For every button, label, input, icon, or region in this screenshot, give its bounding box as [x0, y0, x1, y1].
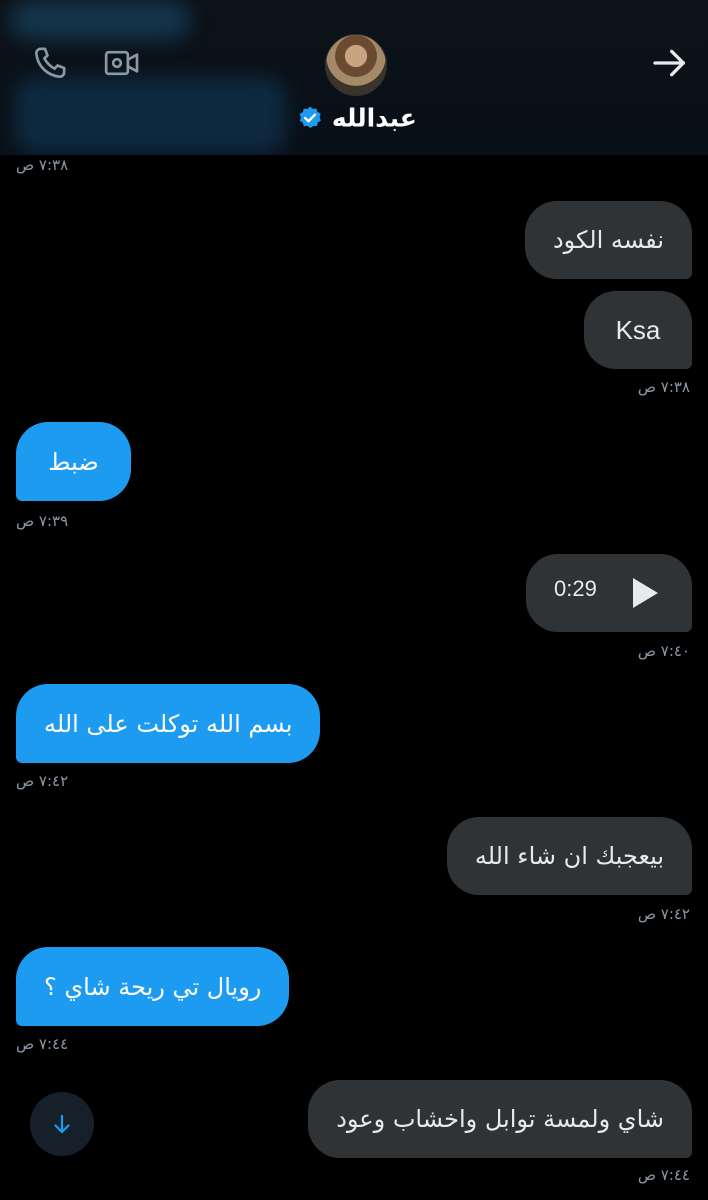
scroll-to-bottom-button[interactable] [30, 1092, 94, 1156]
chat-header: عبدالله [0, 0, 708, 155]
message-timestamp: ٧:٣٨ ص [637, 378, 690, 396]
incoming-message[interactable]: رويال تي ريحة شاي ؟ [16, 947, 290, 1026]
message-text: شاي ولمسة توابل واخشاب وعود [336, 1105, 664, 1133]
arrow-right-icon[interactable] [650, 43, 690, 83]
voice-message[interactable]: 0:29 [526, 554, 692, 632]
message-text: بسم الله توكلت على الله [44, 709, 293, 738]
message-text: ضبط [48, 447, 99, 476]
message-text: نفسه الكود [552, 226, 664, 254]
play-icon[interactable] [630, 576, 660, 610]
incoming-message[interactable]: بسم الله توكلت على الله [16, 684, 321, 763]
verified-badge-icon [299, 106, 321, 128]
arrow-down-icon [54, 1114, 70, 1134]
outgoing-message[interactable]: شاي ولمسة توابل واخشاب وعود [308, 1080, 692, 1158]
message-timestamp: ٧:٤٢ ص [637, 905, 690, 923]
blurred-region [10, 0, 190, 40]
message-timestamp: ٧:٤٢ ص [16, 772, 69, 790]
phone-icon[interactable] [30, 43, 70, 83]
contact-title[interactable]: عبدالله [0, 102, 708, 133]
video-icon[interactable] [102, 43, 142, 83]
message-text: رويال تي ريحة شاي ؟ [44, 972, 262, 1001]
voice-duration: 0:29 [554, 576, 597, 601]
message-timestamp: ٧:٤٤ ص [16, 1035, 69, 1053]
contact-name: عبدالله [331, 103, 417, 133]
incoming-message[interactable]: ضبط [16, 422, 131, 501]
avatar[interactable] [325, 34, 387, 96]
message-text: بيعجبك ان شاء الله [474, 842, 664, 870]
message-timestamp: ٧:٤٠ ص [637, 642, 690, 660]
message-text: Ksa [615, 315, 661, 345]
outgoing-message[interactable]: بيعجبك ان شاء الله [446, 817, 692, 895]
message-timestamp: ٧:٣٩ ص [16, 512, 69, 530]
outgoing-message[interactable]: نفسه الكود [524, 201, 692, 279]
outgoing-message[interactable]: Ksa [584, 291, 692, 369]
message-timestamp: ٧:٤٤ ص [637, 1166, 690, 1184]
message-timestamp: ٧:٣٨ ص [16, 156, 69, 174]
